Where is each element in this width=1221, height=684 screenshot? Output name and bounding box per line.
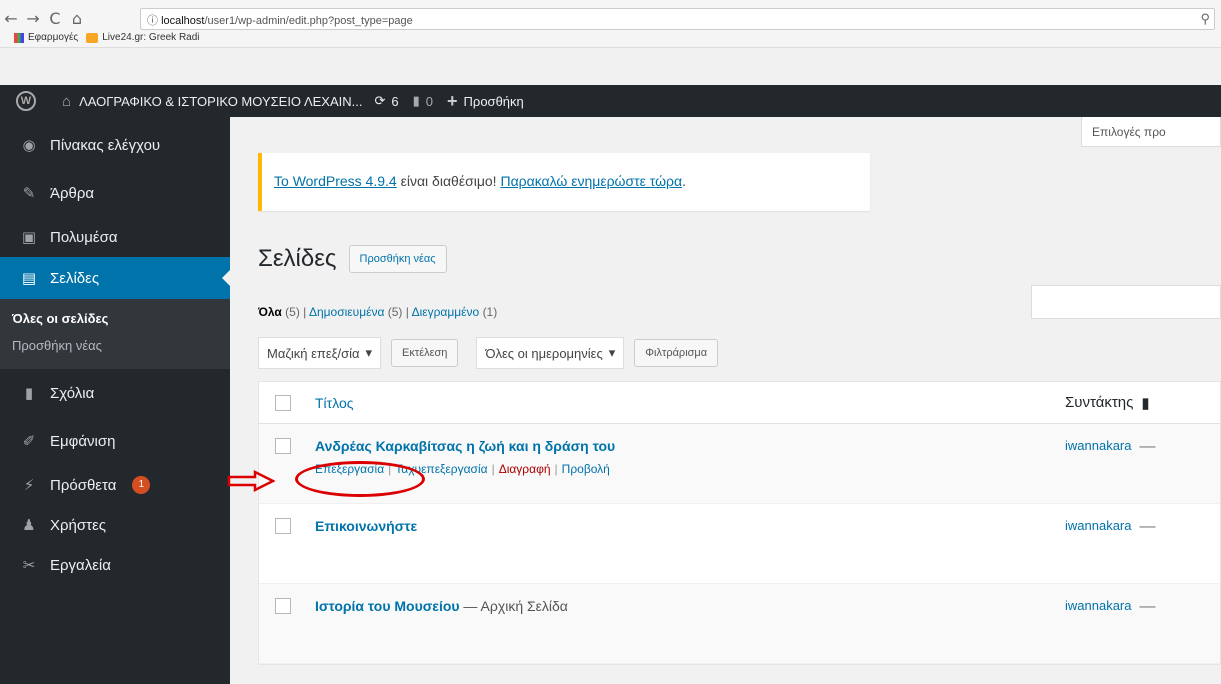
sidebar-item-media[interactable]: ▣ Πολυμέσα bbox=[0, 217, 230, 257]
status-filters: Όλα (5) | Δημοσιευμένα (5) | Διεγραμμένο… bbox=[258, 305, 498, 319]
home-icon[interactable]: ⌂ bbox=[66, 9, 88, 28]
table-row: Ιστορία του Μουσείου — Αρχική Σελίδα iwa… bbox=[259, 584, 1220, 664]
comments-icon: ▮ bbox=[24, 384, 34, 402]
updates-link[interactable]: ⟳ 6 bbox=[374, 93, 398, 109]
plugins-icon: ⚡ bbox=[23, 476, 35, 494]
author-link[interactable]: iwannakara bbox=[1065, 438, 1132, 453]
author-link[interactable]: iwannakara bbox=[1065, 598, 1132, 613]
filter-trash[interactable]: Διεγραμμένο bbox=[412, 305, 480, 319]
page-title: Σελίδες bbox=[258, 245, 337, 272]
pages-table: Τίτλος Συντάκτης ▮ Ανδρέας Καρκαβίτσας η … bbox=[258, 381, 1221, 665]
update-notice: Το WordPress 4.9.4 είναι διαθέσιμο! Παρα… bbox=[258, 153, 870, 211]
dropdown-arrow-icon: ▾ bbox=[365, 345, 373, 360]
table-header: Τίτλος Συντάκτης ▮ bbox=[259, 382, 1220, 424]
wp-version-link[interactable]: Το WordPress 4.9.4 bbox=[274, 173, 397, 189]
bookmark-apps[interactable]: Εφαρμογές bbox=[14, 32, 78, 43]
pin-icon: ✎ bbox=[22, 184, 36, 202]
forward-icon[interactable]: → bbox=[22, 9, 44, 28]
page-title-link[interactable]: Επικοινωνήστε bbox=[315, 518, 1065, 534]
sidebar-item-dashboard[interactable]: ◉ Πίνακας ελέγχου bbox=[0, 121, 230, 169]
wp-admin-bar: W ⌂ ΛΑΟΓΡΑΦΙΚΟ & ΙΣΤΟΡΙΚΟ ΜΟΥΣΕΙΟ ΛΕΧΑΙΝ… bbox=[0, 85, 1221, 117]
bookmarks-bar: Εφαρμογές Live24.gr: Greek Radi bbox=[14, 32, 200, 43]
table-row: Ανδρέας Καρκαβίτσας η ζωή και η δράση το… bbox=[259, 424, 1220, 504]
quick-edit-link[interactable]: Ταχυεπεξεργασία bbox=[395, 462, 487, 476]
sidebar-item-users[interactable]: ♟ Χρήστες bbox=[0, 505, 230, 545]
url-host: localhost bbox=[161, 15, 205, 27]
users-icon: ♟ bbox=[22, 516, 36, 534]
comment-bubble-icon: ▮ bbox=[1141, 394, 1150, 412]
table-row: Επικοινωνήστε iwannakara — bbox=[259, 504, 1220, 584]
table-nav: Μαζική επεξ/σία ▾ Εκτέλεση Όλες οι ημερομ… bbox=[258, 337, 719, 369]
page-state: — Αρχική Σελίδα bbox=[459, 598, 568, 614]
row-checkbox[interactable] bbox=[275, 518, 291, 534]
pages-submenu: Όλες οι σελίδες Προσθήκη νέας bbox=[0, 299, 230, 369]
browser-toolbar: ← → C ⌂ ⓘ localhost/user1/wp-admin/edit.… bbox=[0, 0, 1221, 48]
sidebar-item-plugins[interactable]: ⚡ Πρόσθετα 1 bbox=[0, 465, 230, 505]
zoom-icon[interactable]: ⚲ bbox=[1200, 11, 1210, 27]
sidebar-item-posts[interactable]: ✎ Άρθρα bbox=[0, 169, 230, 217]
dropdown-arrow-icon: ▾ bbox=[608, 345, 616, 360]
column-author: Συντάκτης ▮ bbox=[1065, 394, 1150, 412]
pages-icon: ▤ bbox=[21, 269, 37, 287]
screen-options-tab[interactable]: Επιλογές προ bbox=[1081, 117, 1221, 147]
appearance-icon: ✐ bbox=[22, 432, 36, 450]
sidebar-item-appearance[interactable]: ✐ Εμφάνιση bbox=[0, 417, 230, 465]
dates-select[interactable]: Όλες οι ημερομηνίες ▾ bbox=[476, 337, 625, 369]
select-all-checkbox[interactable] bbox=[275, 394, 291, 411]
back-icon[interactable]: ← bbox=[0, 9, 22, 28]
update-now-link[interactable]: Παρακαλώ ενημερώστε τώρα bbox=[500, 173, 682, 189]
submenu-all-pages[interactable]: Όλες οι σελίδες bbox=[0, 305, 230, 332]
main-content: Επιλογές προ Το WordPress 4.9.4 είναι δι… bbox=[230, 117, 1221, 684]
author-link[interactable]: iwannakara bbox=[1065, 518, 1132, 533]
filter-all[interactable]: Όλα bbox=[258, 305, 282, 319]
page-heading: Σελίδες Προσθήκη νέας bbox=[258, 245, 447, 273]
view-link[interactable]: Προβολή bbox=[562, 462, 610, 476]
comment-bubble-icon: ▮ bbox=[412, 93, 420, 108]
filter-published[interactable]: Δημοσιευμένα bbox=[309, 305, 384, 319]
search-input[interactable] bbox=[1031, 285, 1221, 319]
row-checkbox[interactable] bbox=[275, 598, 291, 614]
sidebar-item-pages[interactable]: ▤ Σελίδες bbox=[0, 257, 230, 299]
media-icon: ▣ bbox=[21, 228, 37, 246]
apply-button[interactable]: Εκτέλεση bbox=[391, 339, 459, 367]
sidebar-item-comments[interactable]: ▮ Σχόλια bbox=[0, 369, 230, 417]
tools-icon: ✂ bbox=[22, 556, 36, 574]
filter-button[interactable]: Φιλτράρισμα bbox=[634, 339, 719, 367]
house-icon[interactable]: ⌂ bbox=[62, 93, 71, 110]
row-actions: Επεξεργασία | Ταχυεπεξεργασία | Διαγραφή | … bbox=[315, 462, 610, 476]
add-new-page-button[interactable]: Προσθήκη νέας bbox=[348, 245, 447, 273]
trash-link[interactable]: Διαγραφή bbox=[499, 462, 551, 476]
new-content-link[interactable]: + Προσθήκη bbox=[447, 91, 524, 112]
refresh-icon: ⟳ bbox=[374, 93, 386, 108]
bulk-actions-select[interactable]: Μαζική επεξ/σία ▾ bbox=[258, 337, 382, 369]
column-title[interactable]: Τίτλος bbox=[315, 395, 1065, 411]
comments-link[interactable]: ▮ 0 bbox=[413, 93, 433, 109]
radio-icon bbox=[86, 32, 99, 43]
bookmark-radio[interactable]: Live24.gr: Greek Radi bbox=[86, 32, 200, 43]
reload-icon[interactable]: C bbox=[44, 9, 66, 28]
submenu-add-new[interactable]: Προσθήκη νέας bbox=[0, 332, 230, 359]
plugins-badge: 1 bbox=[132, 476, 151, 494]
plus-icon: + bbox=[447, 90, 458, 111]
wordpress-logo-icon[interactable]: W bbox=[16, 91, 36, 111]
address-bar[interactable]: ⓘ localhost/user1/wp-admin/edit.php?post… bbox=[140, 8, 1215, 30]
dashboard-icon: ◉ bbox=[22, 136, 36, 154]
sidebar-item-tools[interactable]: ✂ Εργαλεία bbox=[0, 545, 230, 585]
url-path: /user1/wp-admin/edit.php?post_type=page bbox=[204, 15, 413, 27]
edit-link[interactable]: Επεξεργασία bbox=[315, 462, 384, 476]
apps-icon bbox=[14, 32, 24, 43]
info-icon: ⓘ bbox=[147, 15, 162, 27]
row-checkbox[interactable] bbox=[275, 438, 291, 454]
page-title-link[interactable]: Ιστορία του Μουσείου — Αρχική Σελίδα bbox=[315, 598, 1065, 614]
page-title-link[interactable]: Ανδρέας Καρκαβίτσας η ζωή και η δράση το… bbox=[315, 438, 1065, 454]
site-name[interactable]: ΛΑΟΓΡΑΦΙΚΟ & ΙΣΤΟΡΙΚΟ ΜΟΥΣΕΙΟ ΛΕΧΑΙΝ... bbox=[79, 94, 362, 109]
admin-sidebar: ◉ Πίνακας ελέγχου ✎ Άρθρα ▣ Πολυμέσα ▤ Σελίδ… bbox=[0, 117, 230, 684]
annotation-arrow-icon bbox=[227, 470, 275, 492]
